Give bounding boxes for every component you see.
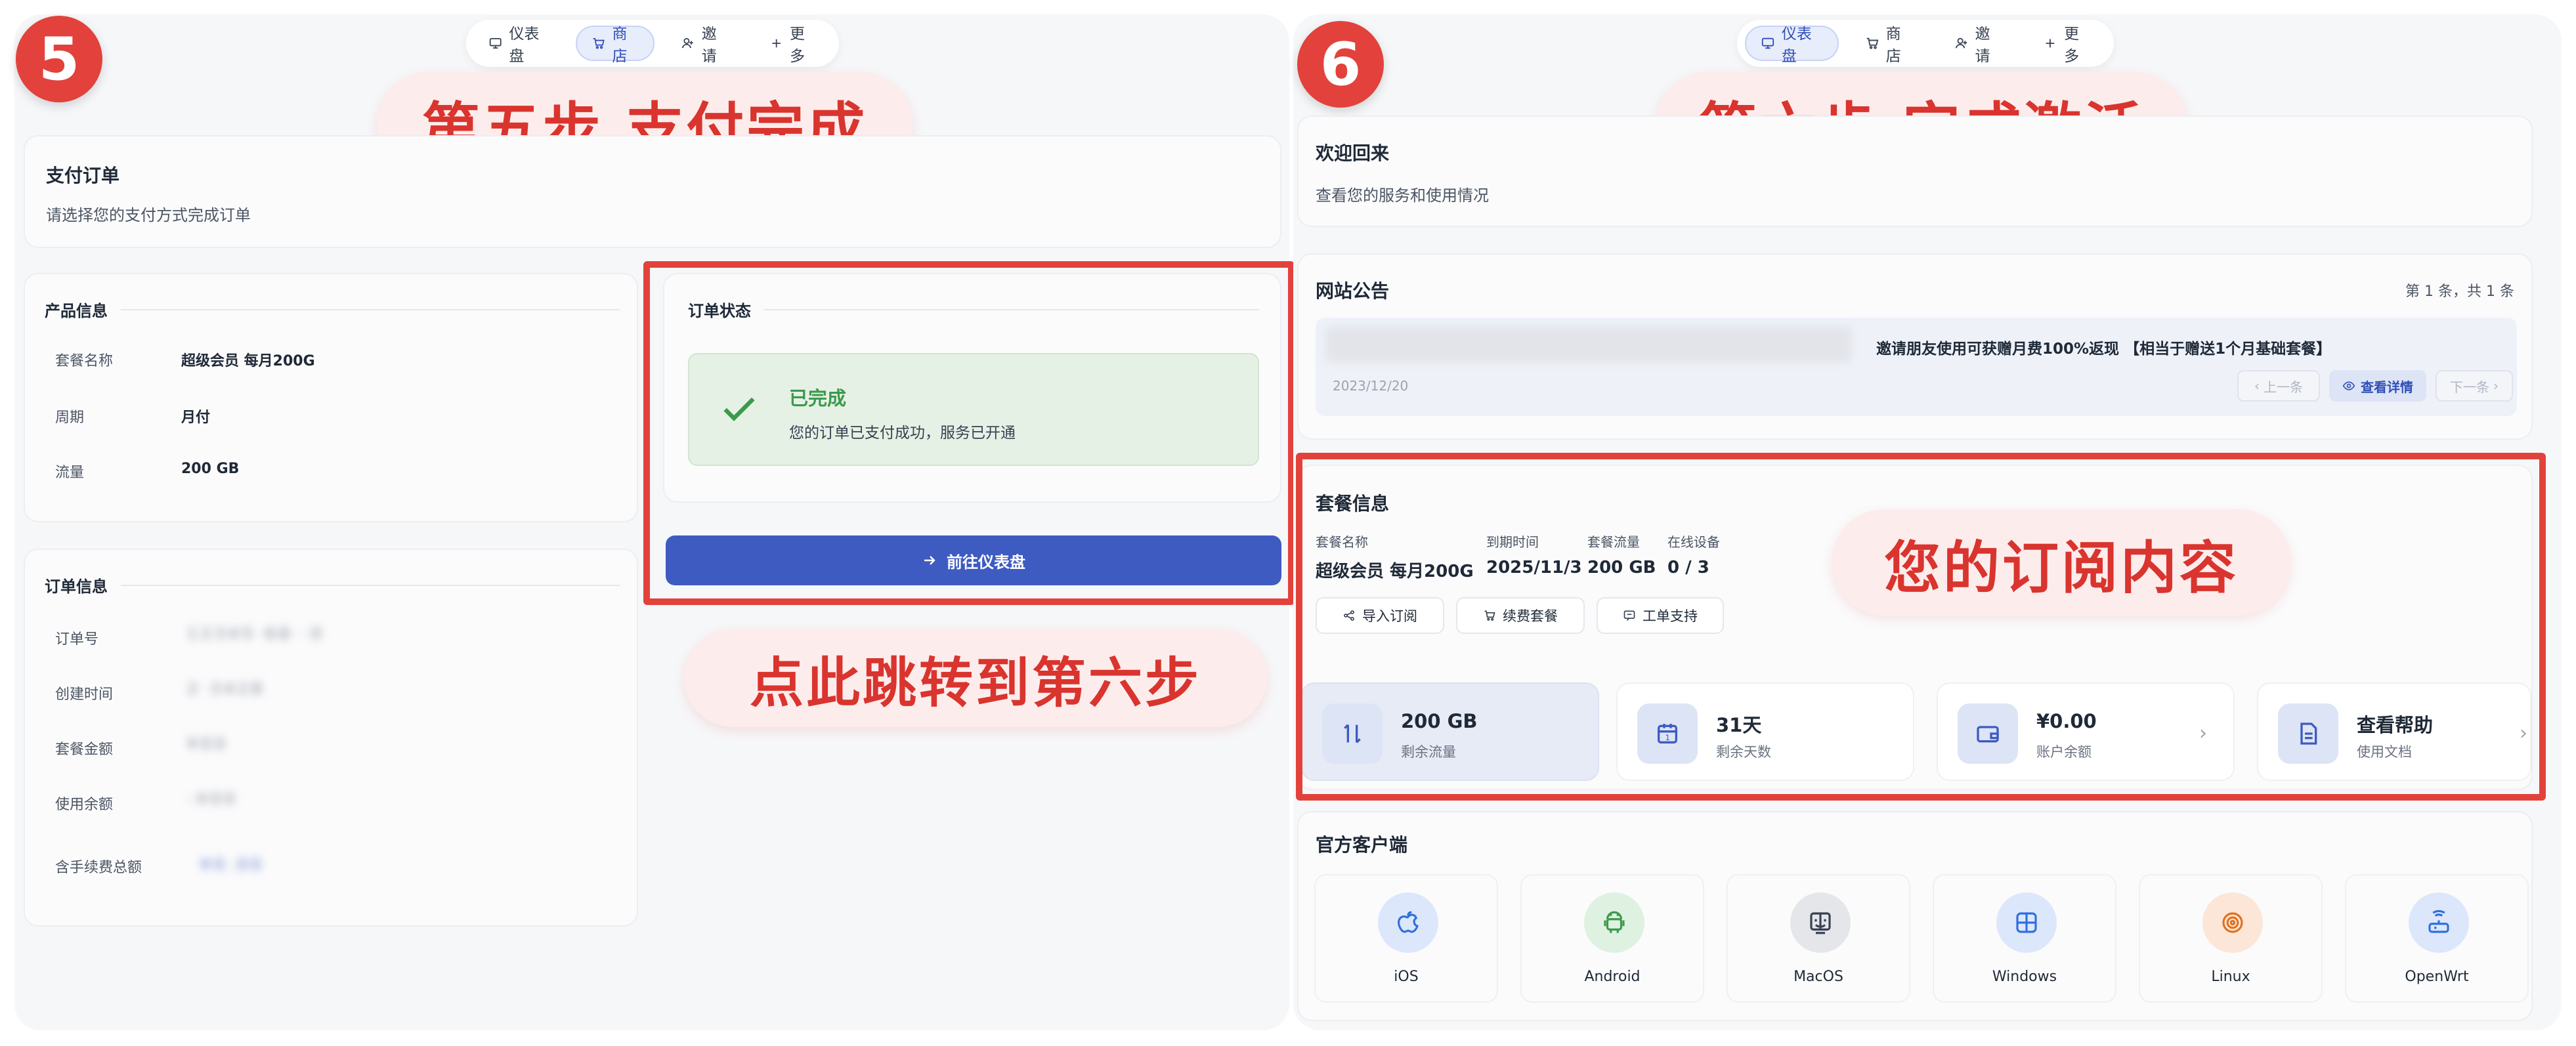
user-plus-icon: [682, 37, 694, 49]
client-android[interactable]: Android: [1520, 874, 1704, 1003]
nav-store-right[interactable]: 商店: [1851, 26, 1928, 65]
client-macos[interactable]: MacOS: [1727, 874, 1910, 1003]
monitor-icon: [1761, 37, 1774, 49]
client-openwrt[interactable]: OpenWrt: [2345, 874, 2529, 1003]
period-value: 月付: [181, 409, 211, 426]
nav-invite[interactable]: 邀请: [666, 26, 742, 65]
prev-announcement-label: 上一条: [2264, 379, 2303, 395]
finder-icon: [1790, 892, 1851, 953]
clients-card: 官方客户端 iOS Android MacOS Windows Linux Op: [1297, 811, 2533, 1021]
next-announcement-button[interactable]: 下一条 ›: [2436, 370, 2513, 402]
traffic-value: 200 GB: [181, 461, 240, 477]
balance-used-label: 使用余额: [55, 797, 114, 813]
user-plus-icon: [1955, 37, 1967, 49]
client-windows-label: Windows: [1992, 969, 2057, 985]
order-number-label: 订单号: [55, 631, 99, 648]
client-ios-label: iOS: [1394, 969, 1419, 985]
nav-store-right-label: 商店: [1885, 26, 1901, 65]
client-openwrt-label: OpenWrt: [2405, 969, 2469, 985]
order-info-card: 订单信息 订单号 1 2 3 4 5 · 6 8 · · 0 创建时间 2 · …: [24, 549, 638, 927]
cart-icon: [593, 37, 605, 49]
created-time-value: 2 · 3 4 2 8: [188, 681, 261, 698]
balance-used-value: - ¥ 0 0: [188, 791, 234, 808]
nav-dashboard-label: 仪表盘: [509, 26, 540, 65]
order-info-title-text: 订单信息: [45, 577, 108, 596]
nav-invite-right-label: 邀请: [1975, 26, 1990, 65]
welcome-title: 欢迎回来: [1316, 142, 1390, 164]
prev-announcement-button[interactable]: ‹ 上一条: [2237, 370, 2320, 402]
view-details-label: 查看详情: [2361, 379, 2413, 395]
nav-invite-label: 邀请: [701, 26, 717, 65]
step-badge-6: 6: [1297, 21, 1384, 108]
announcement-card: 网站公告 第 1 条，共 1 条 邀请朋友使用可获赠月费100%返现 【相当于赠…: [1297, 253, 2533, 440]
welcome-card: 欢迎回来 查看您的服务和使用情况: [1297, 115, 2533, 227]
chevron-right-icon: ›: [2493, 378, 2499, 394]
announcement-counter: 第 1 条，共 1 条: [2405, 283, 2514, 300]
product-info-title-text: 产品信息: [45, 302, 108, 320]
clients-title: 官方客户端: [1316, 834, 1408, 856]
cart-icon: [1866, 37, 1879, 49]
client-macos-label: MacOS: [1793, 969, 1843, 985]
chevron-left-icon: ‹: [2254, 378, 2260, 394]
payment-title: 支付订单: [46, 165, 120, 186]
plus-icon: [2046, 39, 2055, 48]
next-announcement-label: 下一条: [2450, 379, 2489, 395]
highlight-frame-plan: [1296, 453, 2546, 801]
nav-invite-right[interactable]: 邀请: [1940, 26, 2017, 65]
eye-icon: [2342, 381, 2355, 390]
android-icon: [1584, 892, 1644, 953]
product-name-label: 套餐名称: [55, 353, 114, 369]
nav-dashboard[interactable]: 仪表盘: [474, 26, 564, 65]
announcement-item: 邀请朋友使用可获赠月费100%返现 【相当于赠送1个月基础套餐】 2023/12…: [1316, 318, 2517, 416]
announcement-date: 2023/12/20: [1333, 378, 1409, 394]
created-time-label: 创建时间: [55, 686, 114, 703]
period-label: 周期: [55, 409, 85, 426]
windows-icon: [1996, 892, 2057, 953]
callout-jump-step6: 点此跳转到第六步: [684, 629, 1267, 727]
right-top-nav: 仪表盘 商店 邀请 更多: [1737, 20, 2114, 67]
product-info-card: 产品信息 套餐名称 超级会员 每月200G 周期 月付 流量 200 GB: [24, 273, 638, 522]
step-badge-5: 5: [16, 16, 102, 102]
total-with-fee-value: ¥ 0 . 0 0: [201, 857, 261, 873]
client-linux-label: Linux: [2211, 969, 2250, 985]
nav-more[interactable]: 更多: [755, 26, 831, 65]
nav-more-label: 更多: [790, 26, 805, 65]
nav-store[interactable]: 商店: [576, 26, 655, 65]
product-name-value: 超级会员 每月200G: [181, 353, 315, 369]
announcement-text[interactable]: 邀请朋友使用可获赠月费100%返现 【相当于赠送1个月基础套餐】: [1876, 336, 2331, 358]
monitor-icon: [489, 37, 502, 49]
highlight-frame-order-status: [643, 261, 1295, 605]
nav-dashboard-right-label: 仪表盘: [1781, 26, 1812, 65]
router-icon: [2409, 892, 2469, 953]
client-android-label: Android: [1584, 969, 1641, 985]
nav-more-right-label: 更多: [2064, 26, 2080, 65]
nav-more-right[interactable]: 更多: [2029, 26, 2106, 65]
payment-order-card: 支付订单 请选择您的支付方式完成订单: [24, 135, 1281, 248]
plan-amount-label: 套餐金额: [55, 742, 114, 758]
client-windows[interactable]: Windows: [1933, 874, 2116, 1003]
plus-icon: [772, 39, 781, 48]
traffic-label: 流量: [55, 465, 85, 481]
linux-icon: [2202, 892, 2263, 953]
announcement-blurred-bar: [1326, 327, 1851, 362]
left-top-nav: 仪表盘 商店 邀请 更多: [466, 20, 839, 67]
total-with-fee-label: 含手续费总额: [55, 860, 142, 876]
announcement-title: 网站公告: [1316, 280, 1390, 302]
view-details-button[interactable]: 查看详情: [2329, 370, 2426, 402]
apple-icon: [1378, 892, 1438, 953]
welcome-subtitle: 查看您的服务和使用情况: [1316, 186, 1489, 205]
product-info-title: 产品信息: [45, 298, 620, 321]
client-ios[interactable]: iOS: [1314, 874, 1498, 1003]
plan-amount-value: ¥ 0 0: [188, 736, 225, 753]
nav-store-label: 商店: [612, 26, 628, 65]
nav-dashboard-right[interactable]: 仪表盘: [1745, 26, 1839, 65]
order-number-value: 1 2 3 4 5 · 6 8 · · 0: [188, 626, 321, 642]
payment-subtitle: 请选择您的支付方式完成订单: [46, 206, 251, 224]
order-info-title: 订单信息: [45, 574, 620, 596]
client-linux[interactable]: Linux: [2139, 874, 2323, 1003]
